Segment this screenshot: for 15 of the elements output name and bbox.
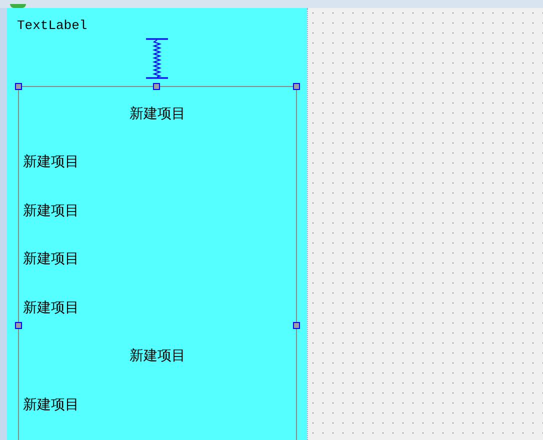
- vertical-spacer-icon: [146, 38, 168, 80]
- list-item[interactable]: 新建项目: [130, 103, 186, 123]
- list-item[interactable]: 新建项目: [23, 200, 79, 220]
- list-item[interactable]: 新建项目: [23, 151, 79, 172]
- selection-handle[interactable]: [293, 83, 300, 90]
- list-item[interactable]: 新建项目: [23, 248, 79, 268]
- selection-handle[interactable]: [15, 322, 22, 329]
- selection-handle[interactable]: [153, 83, 160, 90]
- app-icon: [10, 4, 26, 8]
- selection-handle[interactable]: [293, 322, 300, 329]
- list-item[interactable]: 新建项目: [23, 296, 79, 317]
- list-item[interactable]: 新建项目: [130, 345, 186, 366]
- selection-handle[interactable]: [15, 83, 22, 90]
- text-label: TextLabel: [17, 17, 88, 35]
- list-item[interactable]: 新建项目: [23, 394, 79, 414]
